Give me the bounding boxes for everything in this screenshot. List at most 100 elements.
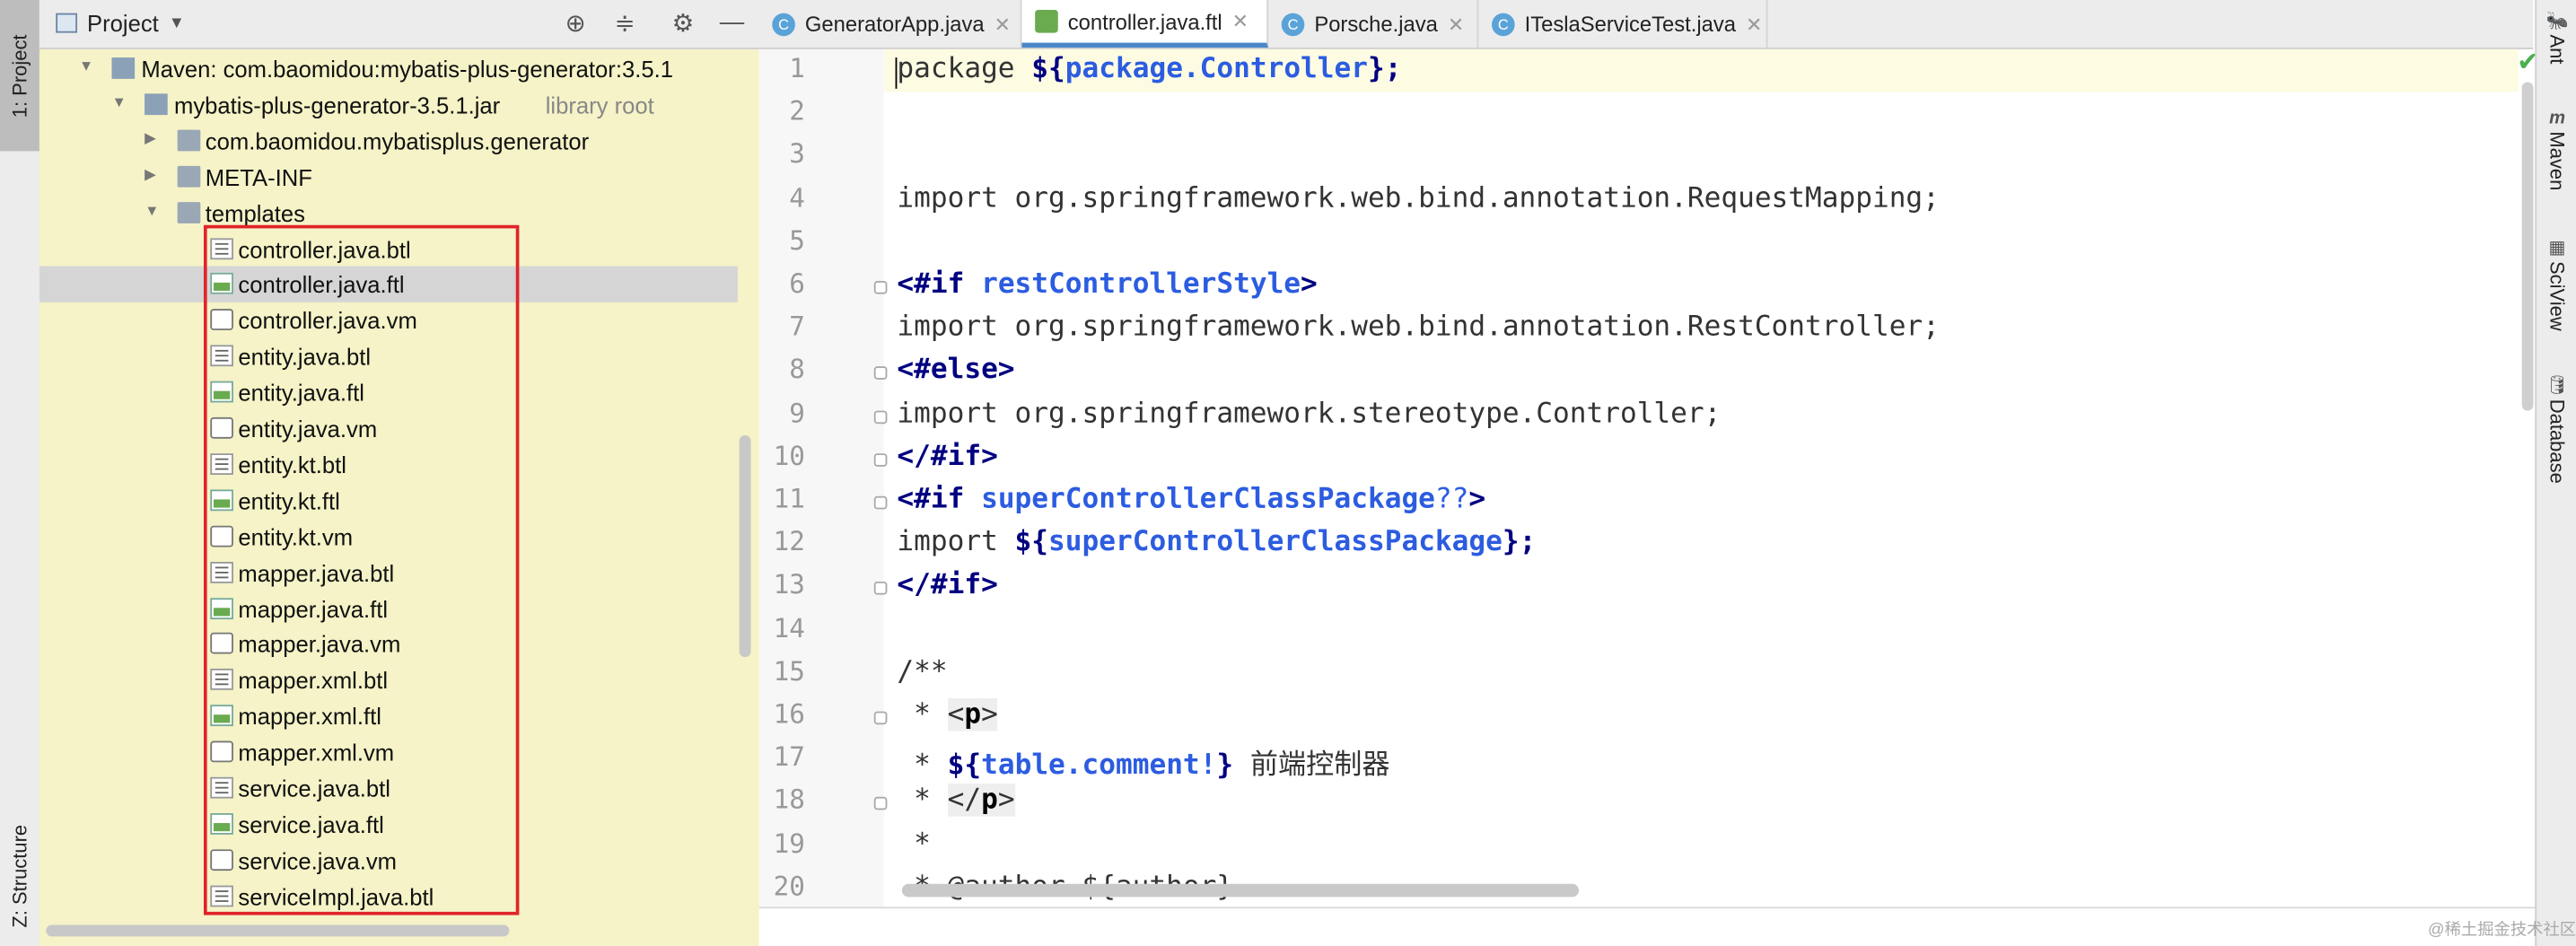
code-token: /**: [897, 654, 948, 688]
editor-horizontal-scrollbar[interactable]: [901, 883, 1580, 898]
code-line: </#if>: [897, 440, 997, 473]
database-tool-tab[interactable]: 🛢 Database: [2537, 374, 2576, 484]
editor-tab[interactable]: C ITeslaServiceTest.java ✕: [1478, 0, 1768, 48]
fold-marker-icon[interactable]: [873, 452, 888, 467]
editor-tab-bar: C GeneratorApp.java ✕ controller.java.ftl ✕ C…: [758, 0, 2534, 49]
tree-row[interactable]: ▶ META-INF: [39, 159, 738, 195]
structure-tool-tab-label: Z: Structure: [8, 824, 31, 927]
line-number: 18: [773, 784, 805, 816]
maven-icon: m: [2549, 108, 2565, 128]
fold-marker-icon[interactable]: [873, 280, 888, 294]
fold-marker-icon[interactable]: [873, 409, 888, 424]
text-caret: [895, 57, 898, 89]
code-line: import ${superControllerClassPackage};: [897, 526, 1536, 559]
fold-marker-icon[interactable]: [873, 582, 888, 596]
left-tool-strip: 1: Project Z: Structure: [0, 0, 41, 946]
line-number: 8: [789, 354, 805, 386]
code-line: </#if>: [897, 569, 997, 602]
code-line: import org.springframework.stereotype.Co…: [897, 397, 1721, 430]
code-token: ??: [1434, 483, 1469, 516]
collapse-icon[interactable]: ≑: [615, 8, 635, 38]
project-horizontal-scrollbar[interactable]: [46, 924, 510, 937]
line-number: 10: [773, 440, 805, 471]
tree-row-label: mybatis-plus-generator-3.5.1.jar: [174, 92, 501, 118]
editor-tab[interactable]: C Porsche.java ✕: [1268, 0, 1479, 48]
close-icon[interactable]: ✕: [1448, 13, 1464, 36]
highlight-box: [203, 224, 520, 915]
project-tool-tab[interactable]: 1: Project: [0, 0, 39, 152]
line-number: 4: [789, 181, 805, 214]
code-line: <#if superControllerClassPackage??>: [897, 483, 1485, 516]
tree-row-label: templates: [205, 199, 305, 226]
close-icon[interactable]: ✕: [994, 13, 1011, 36]
editor-tab[interactable]: C GeneratorApp.java ✕: [759, 0, 1022, 48]
editor-tab[interactable]: controller.java.ftl ✕: [1021, 0, 1269, 48]
sciview-tool-tab[interactable]: ▦ SciView: [2537, 237, 2576, 330]
tree-row[interactable]: ▶ com.baomidou.mybatisplus.generator: [39, 123, 738, 159]
code-token: table.comment!: [981, 749, 1217, 783]
line-number: 5: [789, 224, 805, 257]
tree-row[interactable]: ▼ Maven: com.baomidou:mybatis-plus-genera…: [39, 51, 738, 87]
code-token: *: [897, 749, 948, 783]
expanded-arrow-icon[interactable]: ▼: [111, 93, 126, 109]
code-token: p: [981, 784, 998, 818]
fold-marker-icon[interactable]: [873, 495, 888, 510]
code-token: </: [947, 784, 982, 818]
fold-marker-icon[interactable]: [873, 797, 888, 811]
editor-tab-label: Porsche.java: [1314, 11, 1438, 37]
close-icon[interactable]: ✕: [1232, 10, 1249, 33]
code-token: >: [1468, 483, 1486, 516]
structure-tool-tab[interactable]: Z: Structure: [0, 805, 39, 946]
collapsed-arrow-icon[interactable]: ▶: [145, 165, 156, 183]
tree-row-label: com.baomidou.mybatisplus.generator: [205, 127, 590, 154]
line-number: 19: [773, 827, 805, 859]
crosshair-icon[interactable]: ⊕: [565, 8, 586, 38]
project-vertical-scrollbar[interactable]: [739, 435, 751, 658]
editor-vertical-scrollbar[interactable]: [2521, 82, 2534, 411]
project-title: Project: [87, 9, 159, 37]
code-line: * </p>: [897, 784, 1015, 818]
editor-tab-label: ITeslaServiceTest.java: [1524, 11, 1737, 37]
code-token: ${: [947, 749, 982, 783]
ant-tool-tab[interactable]: 🐜 Ant: [2537, 10, 2576, 65]
tree-row[interactable]: ▼ mybatis-plus-generator-3.5.1.jar library…: [39, 87, 738, 123]
expanded-arrow-icon[interactable]: ▼: [145, 201, 159, 217]
collapsed-arrow-icon[interactable]: ▶: [145, 129, 156, 147]
project-view-selector[interactable]: Project ▼: [56, 10, 185, 36]
code-token: >: [997, 784, 1015, 818]
project-icon: [56, 13, 78, 33]
code-token: </#if>: [897, 440, 998, 473]
database-icon: 🛢: [2545, 376, 2569, 397]
code-token: </#if>: [897, 569, 998, 602]
line-number: 13: [773, 569, 805, 600]
folder-icon: [177, 201, 201, 223]
line-number-gutter: 1 2 3 4 5 6 7 8 9 10 11 12 13 14 15 16 17 18 19 20: [758, 48, 884, 907]
jar-icon: [145, 93, 168, 115]
close-icon[interactable]: ✕: [1746, 13, 1762, 36]
code-token: *: [897, 784, 948, 818]
gear-icon[interactable]: ⚙: [672, 8, 695, 38]
expanded-arrow-icon[interactable]: ▼: [79, 57, 93, 74]
fold-marker-icon[interactable]: [873, 711, 888, 725]
code-token: }: [1216, 749, 1234, 783]
ant-icon: 🐜: [2545, 11, 2569, 31]
fold-marker-icon[interactable]: [873, 366, 888, 381]
java-class-icon: C: [1492, 12, 1515, 36]
right-tool-strip: 🐜 Ant m Maven ▦ SciView 🛢 Database: [2535, 0, 2576, 946]
code-token: ${: [1014, 526, 1049, 559]
line-number: 14: [773, 611, 805, 644]
code-line: import org.springframework.web.bind.anno…: [897, 311, 1940, 344]
code-token: p: [964, 697, 982, 731]
tree-row-label: META-INF: [205, 163, 312, 190]
code-token: import org.springframework.web.bind.anno…: [897, 311, 1940, 344]
code-line: *: [897, 828, 931, 861]
code-token: restControllerStyle: [981, 267, 1301, 301]
line-number: 16: [773, 697, 805, 730]
maven-tool-tab[interactable]: m Maven: [2537, 109, 2576, 191]
code-line: /**: [897, 655, 947, 688]
editor-tab-label: GeneratorApp.java: [804, 11, 985, 37]
code-line: package ${package.Controller};: [897, 53, 1401, 86]
code-token: package: [897, 52, 1032, 86]
project-tool-tab-label: 1: Project: [8, 33, 31, 118]
minimize-icon[interactable]: —: [720, 8, 744, 36]
